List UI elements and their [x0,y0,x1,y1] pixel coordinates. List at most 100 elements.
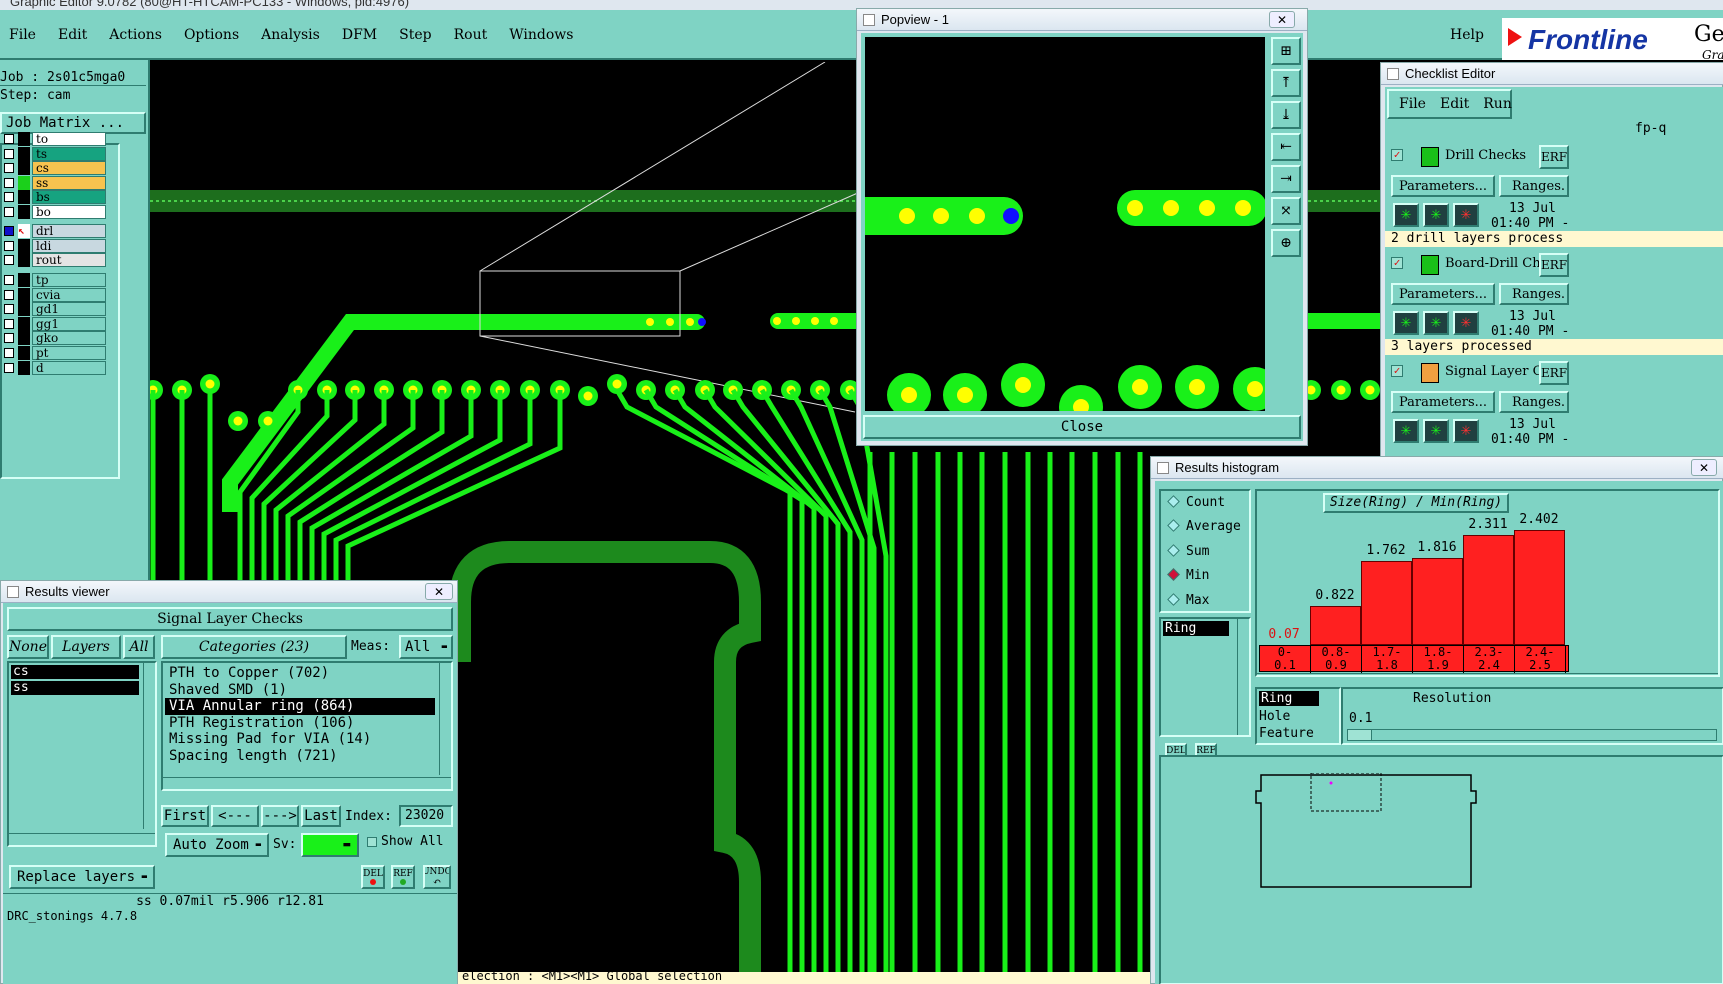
histogram-bar[interactable] [1412,558,1463,645]
close-icon[interactable]: ✕ [1269,11,1295,28]
popview-canvas[interactable] [865,37,1265,411]
histogram-list-item[interactable]: Ring [1163,621,1229,636]
layer-checkbox[interactable] [4,275,14,285]
menu-actions[interactable]: Actions [109,27,162,43]
layer-checkbox[interactable] [4,362,14,373]
layer-checkbox[interactable] [4,148,14,159]
pan-down-icon[interactable]: ⤓ [1271,101,1301,129]
category-item[interactable]: VIA Annular ring (864) [165,698,435,715]
menu-analysis[interactable]: Analysis [261,27,320,43]
resolution-slider[interactable] [1347,729,1717,741]
check-ranges-button[interactable]: Ranges. [1499,283,1569,305]
layer-row[interactable]: tp [2,273,106,287]
pan-up-icon[interactable]: ⤒ [1271,69,1301,97]
prev-button[interactable]: <--- [211,805,259,827]
zoom-in-icon[interactable]: ⤧ [1271,197,1301,225]
show-all-checkbox[interactable] [367,837,377,847]
mode-min[interactable]: Min [1167,568,1209,583]
layers-none-button[interactable]: None [7,635,49,659]
run-check-icon[interactable]: ✳ [1423,203,1449,227]
layer-checkbox[interactable] [4,304,14,315]
last-button[interactable]: Last [301,805,341,827]
list-scrollbar[interactable] [1237,619,1249,735]
run-check-icon[interactable]: ✳ [1393,311,1419,335]
run-check-icon[interactable]: ✳ [1423,419,1449,443]
menu-step[interactable]: Step [399,27,431,43]
layer-list-hscroll[interactable] [9,833,155,845]
rv-ref-button[interactable]: REF [391,865,415,889]
run-check-icon[interactable]: ✳ [1423,311,1449,335]
layer-row[interactable]: pt [2,346,106,360]
mode-count[interactable]: Count [1167,495,1225,510]
histogram-bar[interactable] [1361,560,1412,645]
histogram-bar[interactable] [1514,530,1565,645]
check-enabled-icon[interactable]: ✓ [1391,365,1403,377]
attr-ring[interactable]: Ring [1259,691,1319,706]
close-icon[interactable]: ✕ [425,583,453,600]
check-parameters-button[interactable]: Parameters... [1391,175,1495,197]
layer-row[interactable]: gd1 [2,302,106,317]
menu-windows[interactable]: Windows [509,27,573,43]
attr-feature[interactable]: Feature [1259,726,1314,741]
run-check-icon[interactable]: ✳ [1453,203,1479,227]
mode-average[interactable]: Average [1167,519,1241,534]
check-ranges-button[interactable]: Ranges. [1499,391,1569,413]
checklist-menu-run[interactable]: Run [1483,96,1512,112]
layer-row[interactable]: ldi [2,238,106,253]
category-item[interactable]: PTH Registration (106) [165,715,435,732]
layers-all-button[interactable]: All [123,635,155,659]
layer-row[interactable]: rout [2,253,106,268]
popview-close-button[interactable]: Close [863,415,1301,439]
close-icon[interactable]: ✕ [1691,459,1717,476]
layer-row[interactable]: gko [2,331,106,346]
layer-row[interactable]: ↖ drl [2,224,106,238]
menu-rout[interactable]: Rout [454,27,488,43]
layer-row[interactable]: d [2,360,106,375]
checklist-menu-edit[interactable]: Edit [1440,96,1469,112]
layer-list-scrollbar[interactable] [143,663,155,829]
check-erf-button[interactable]: ERF [1539,361,1569,385]
category-item[interactable]: Missing Pad for VIA (14) [165,731,435,748]
first-button[interactable]: First [161,805,209,827]
layer-checkbox[interactable] [4,226,14,236]
check-parameters-button[interactable]: Parameters... [1391,391,1495,413]
replace-layers-dropdown[interactable]: Replace layers ▬ [9,865,155,889]
layer-checkbox[interactable] [4,318,14,329]
meas-dropdown[interactable]: All ▬ [399,635,453,659]
job-matrix-button[interactable]: Job Matrix ... [0,112,146,134]
run-check-icon[interactable]: ✳ [1393,419,1419,443]
sv-dropdown[interactable]: ▬ [301,833,359,857]
categories-scrollbar[interactable] [439,663,451,775]
layer-row[interactable]: to [2,132,106,146]
rv-del-button[interactable]: DEL [361,865,385,889]
run-check-icon[interactable]: ✳ [1453,311,1479,335]
check-erf-button[interactable]: ERF [1539,253,1569,277]
menu-file[interactable]: File [9,27,36,43]
check-ranges-button[interactable]: Ranges. [1499,175,1569,197]
run-check-icon[interactable]: ✳ [1453,419,1479,443]
categories-hscroll[interactable] [163,777,451,789]
auto-zoom-dropdown[interactable]: Auto Zoom ▬ [165,833,269,857]
categories-button[interactable]: Categories (23) [161,635,347,659]
menu-help[interactable]: Help [1450,27,1484,43]
check-erf-button[interactable]: ERF [1539,145,1569,169]
category-item[interactable]: PTH to Copper (702) [165,665,435,682]
menu-options[interactable]: Options [184,27,239,43]
histogram-bar[interactable] [1463,534,1514,645]
pan-right-icon[interactable]: ⇥ [1271,165,1301,193]
check-parameters-button[interactable]: Parameters... [1391,283,1495,305]
layer-row[interactable]: cs [2,161,106,176]
category-item[interactable]: Spacing length (721) [165,748,435,765]
layer-row[interactable]: cvia [2,287,106,302]
layer-checkbox[interactable] [4,134,14,144]
menu-dfm[interactable]: DFM [342,27,377,43]
layer-checkbox[interactable] [4,240,14,251]
menu-edit[interactable]: Edit [58,27,87,43]
layer-checkbox[interactable] [4,207,14,217]
results-layer-cs[interactable]: cs [11,665,139,679]
check-name[interactable]: Drill Checks [1445,148,1526,163]
mode-max[interactable]: Max [1167,593,1209,608]
layer-row[interactable]: bo [2,205,106,219]
check-enabled-icon[interactable]: ✓ [1391,149,1403,161]
results-layer-ss[interactable]: ss [11,681,139,695]
